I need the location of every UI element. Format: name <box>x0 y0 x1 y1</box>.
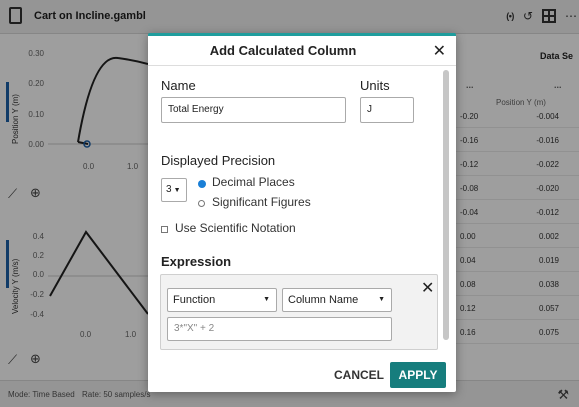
add-calculated-column-dialog: Add Calculated Column ✕ Name Total Energ… <box>148 33 456 392</box>
function-select[interactable]: Function ▼ <box>167 288 277 312</box>
expression-input[interactable]: 3*"X" + 2 <box>167 317 392 341</box>
precision-label: Displayed Precision <box>161 153 276 168</box>
precision-select[interactable]: 3 ▼ <box>161 178 187 202</box>
dialog-title: Add Calculated Column <box>209 43 357 58</box>
name-label: Name <box>161 78 196 93</box>
close-icon[interactable]: ✕ <box>433 41 446 61</box>
remove-expression-icon[interactable]: ✕ <box>421 278 434 298</box>
units-label: Units <box>360 78 390 93</box>
precision-value: 3 <box>166 184 172 195</box>
column-name-select[interactable]: Column Name ▼ <box>282 288 392 312</box>
decimal-places-label[interactable]: Decimal Places <box>212 175 295 189</box>
cancel-button[interactable]: CANCEL <box>326 362 392 388</box>
function-select-value: Function <box>173 294 216 306</box>
chevron-down-icon: ▼ <box>173 187 181 194</box>
significant-figures-label[interactable]: Significant Figures <box>212 195 311 209</box>
dialog-scrollbar[interactable] <box>443 70 449 340</box>
dialog-footer: CANCEL APPLY <box>148 356 456 395</box>
units-field[interactable]: J <box>360 97 414 123</box>
expression-builder: Function ▼ Column Name ▼ ✕ 3*"X" + 2 <box>160 274 438 350</box>
apply-button[interactable]: APPLY <box>390 362 446 388</box>
scientific-notation-label[interactable]: Use Scientific Notation <box>175 221 296 235</box>
scientific-notation-checkbox[interactable] <box>161 226 168 233</box>
chevron-down-icon: ▼ <box>263 296 270 303</box>
significant-figures-radio[interactable] <box>198 200 205 207</box>
name-field[interactable]: Total Energy <box>161 97 346 123</box>
chevron-down-icon: ▼ <box>378 296 385 303</box>
decimal-places-radio[interactable] <box>198 180 206 188</box>
column-select-value: Column Name <box>288 294 359 306</box>
scrollbar-thumb[interactable] <box>443 70 449 340</box>
expression-label: Expression <box>161 254 232 269</box>
dialog-divider <box>148 65 456 66</box>
